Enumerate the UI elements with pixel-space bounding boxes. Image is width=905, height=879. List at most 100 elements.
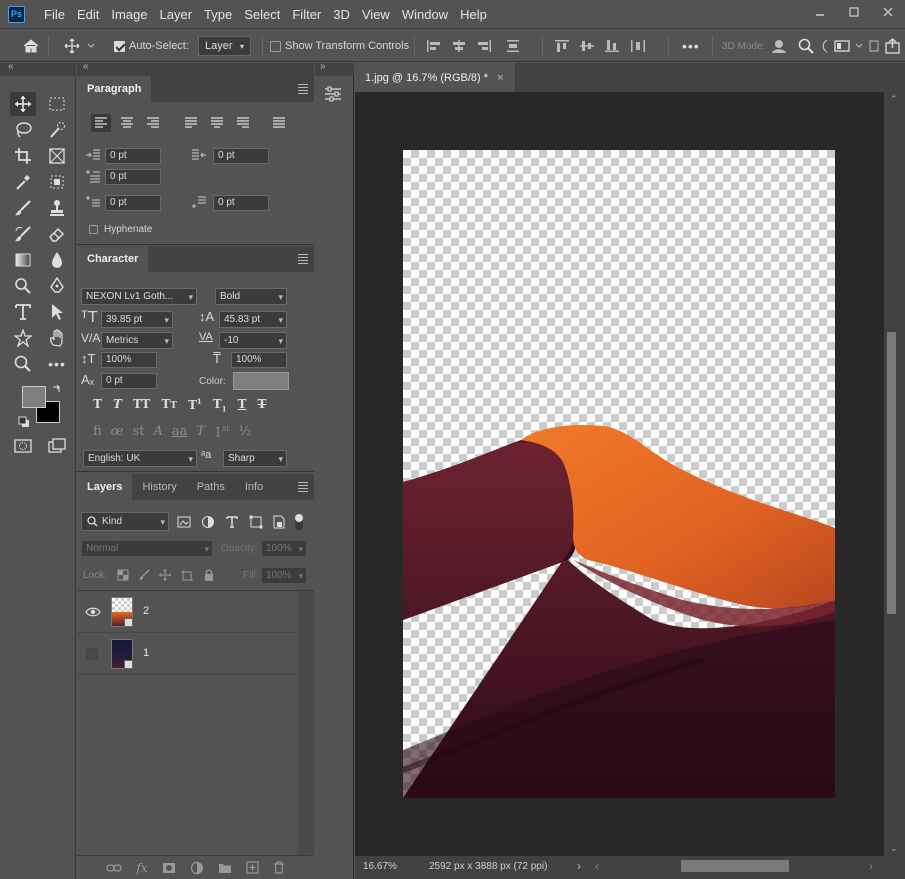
hyphenate-toggle[interactable]: Hyphenate — [89, 224, 152, 235]
menu-filter[interactable]: Filter — [286, 0, 327, 29]
layer-row[interactable]: 2 — [77, 591, 296, 633]
search-icon[interactable] — [798, 30, 814, 62]
panel-menu-icon[interactable] — [298, 254, 308, 266]
menu-file[interactable]: File — [38, 0, 71, 29]
faux-bold-icon[interactable]: T — [93, 397, 102, 413]
visibility-eye-icon[interactable] — [85, 606, 101, 618]
lasso-tool-icon[interactable] — [10, 118, 36, 142]
document-canvas[interactable] — [403, 150, 835, 798]
panel-menu-icon[interactable] — [298, 482, 308, 494]
type-tool-icon[interactable] — [10, 300, 36, 324]
eraser-tool-icon[interactable] — [44, 222, 70, 246]
menu-view[interactable]: View — [356, 0, 396, 29]
swash-icon[interactable]: A — [153, 424, 162, 440]
discretionary-ligatures-icon[interactable]: œ — [111, 424, 124, 440]
panel-menu-icon[interactable] — [298, 84, 308, 96]
kerning-dropdown[interactable]: Metrics ▾ — [101, 332, 173, 349]
share-icon[interactable] — [884, 38, 902, 54]
shape-tool-icon[interactable] — [10, 326, 36, 350]
menu-3d[interactable]: 3D — [327, 0, 356, 29]
superscript-icon[interactable]: T1 — [188, 397, 202, 413]
crop-tool-icon[interactable] — [10, 144, 36, 168]
align-text-left-icon[interactable] — [91, 114, 111, 132]
distribute-horizontal-icon[interactable] — [629, 39, 647, 53]
scroll-up-icon[interactable]: ⌃ — [890, 94, 898, 105]
justify-last-right-icon[interactable] — [233, 114, 253, 132]
text-color-swatch[interactable] — [233, 372, 289, 390]
align-text-right-icon[interactable] — [143, 114, 163, 132]
marquee-tool-icon[interactable] — [44, 92, 70, 116]
close-tab-icon[interactable]: × — [497, 72, 503, 84]
menu-layer[interactable]: Layer — [154, 0, 199, 29]
align-right-icon[interactable] — [476, 39, 492, 53]
minimize-icon[interactable] — [803, 0, 837, 24]
history-brush-tool-icon[interactable] — [10, 222, 36, 246]
arrange-icon[interactable] — [868, 39, 880, 53]
menu-help[interactable]: Help — [454, 0, 493, 29]
align-left-icon[interactable] — [426, 39, 442, 53]
pen-tool-icon[interactable] — [44, 274, 70, 298]
swap-colors-icon[interactable] — [52, 384, 62, 394]
indent-left-input[interactable]: 0 pt — [105, 148, 161, 164]
dodge-tool-icon[interactable] — [10, 274, 36, 298]
blur-tool-icon[interactable] — [44, 248, 70, 272]
camera-pan-icon[interactable] — [820, 39, 830, 53]
align-text-center-icon[interactable] — [117, 114, 137, 132]
strikethrough-icon[interactable]: T — [258, 397, 267, 413]
tab-info[interactable]: Info — [235, 474, 273, 500]
layer-filter-dropdown[interactable]: Kind ▾ — [81, 512, 169, 531]
filter-smart-object-icon[interactable] — [273, 515, 285, 529]
all-caps-icon[interactable]: TT — [133, 397, 150, 413]
frame-tool-icon[interactable] — [44, 144, 70, 168]
baseline-shift-input[interactable]: 0 pt — [101, 373, 157, 389]
expand-panels-icon[interactable]: » — [320, 61, 326, 72]
layer-row[interactable]: 1 — [77, 633, 296, 675]
lock-all-icon[interactable] — [203, 569, 215, 581]
path-selection-tool-icon[interactable] — [44, 300, 70, 324]
tab-paragraph[interactable]: Paragraph — [77, 76, 152, 102]
lock-position-icon[interactable] — [159, 569, 171, 581]
justify-last-center-icon[interactable] — [207, 114, 227, 132]
align-hcenter-icon[interactable] — [451, 39, 467, 53]
vertical-scale-input[interactable]: 100% — [101, 352, 157, 368]
ordinals-icon[interactable]: 1st — [214, 424, 230, 440]
3d-orbit-icon[interactable] — [770, 30, 788, 62]
zoom-level[interactable]: 16.67% — [363, 861, 397, 872]
font-size-input[interactable]: 39.85 pt ▾ — [101, 311, 173, 328]
scroll-right-icon[interactable]: › — [869, 859, 873, 873]
align-bottom-icon[interactable] — [604, 39, 620, 53]
link-layers-icon[interactable] — [106, 863, 123, 873]
underline-icon[interactable]: T — [238, 397, 247, 413]
justify-last-left-icon[interactable] — [181, 114, 201, 132]
workspace-icon[interactable] — [834, 39, 850, 53]
indent-first-line-input[interactable]: 0 pt — [105, 169, 161, 185]
tab-history[interactable]: History — [132, 474, 186, 500]
align-vcenter-icon[interactable] — [579, 39, 595, 53]
menu-image[interactable]: Image — [105, 0, 153, 29]
fill-input[interactable]: 100% ▾ — [261, 567, 307, 584]
distribute-vertical-icon[interactable] — [501, 39, 525, 53]
screen-mode-icon[interactable] — [44, 434, 70, 458]
collapse-panels-icon[interactable]: « — [83, 61, 89, 72]
move-tool-preset-icon[interactable] — [64, 30, 94, 62]
gradient-tool-icon[interactable] — [10, 248, 36, 272]
lock-artboard-icon[interactable] — [180, 569, 194, 581]
zoom-tool-icon[interactable] — [10, 352, 36, 376]
brush-tool-icon[interactable] — [10, 196, 36, 220]
indent-right-input[interactable]: 0 pt — [213, 148, 269, 164]
font-style-dropdown[interactable]: Bold ▾ — [215, 288, 287, 305]
scroll-down-icon[interactable]: ⌄ — [890, 843, 898, 854]
ligatures-icon[interactable]: fi — [93, 424, 102, 440]
stylistic-alternates-icon[interactable]: aa — [172, 424, 188, 440]
layer-style-icon[interactable]: fx — [136, 861, 147, 875]
titling-alternates-icon[interactable]: T — [196, 424, 205, 440]
filter-pixel-icon[interactable] — [177, 516, 191, 528]
small-caps-icon[interactable]: TT — [161, 397, 177, 413]
menu-select[interactable]: Select — [238, 0, 286, 29]
horizontal-scale-input[interactable]: 100% — [231, 352, 287, 368]
space-after-input[interactable]: 0 pt — [213, 195, 269, 211]
auto-select-target-dropdown[interactable]: Layer ▾ — [198, 36, 251, 56]
leading-input[interactable]: 45.83 pt ▾ — [219, 311, 287, 328]
restore-icon[interactable] — [837, 0, 871, 24]
more-options-icon[interactable]: ••• — [682, 30, 700, 62]
